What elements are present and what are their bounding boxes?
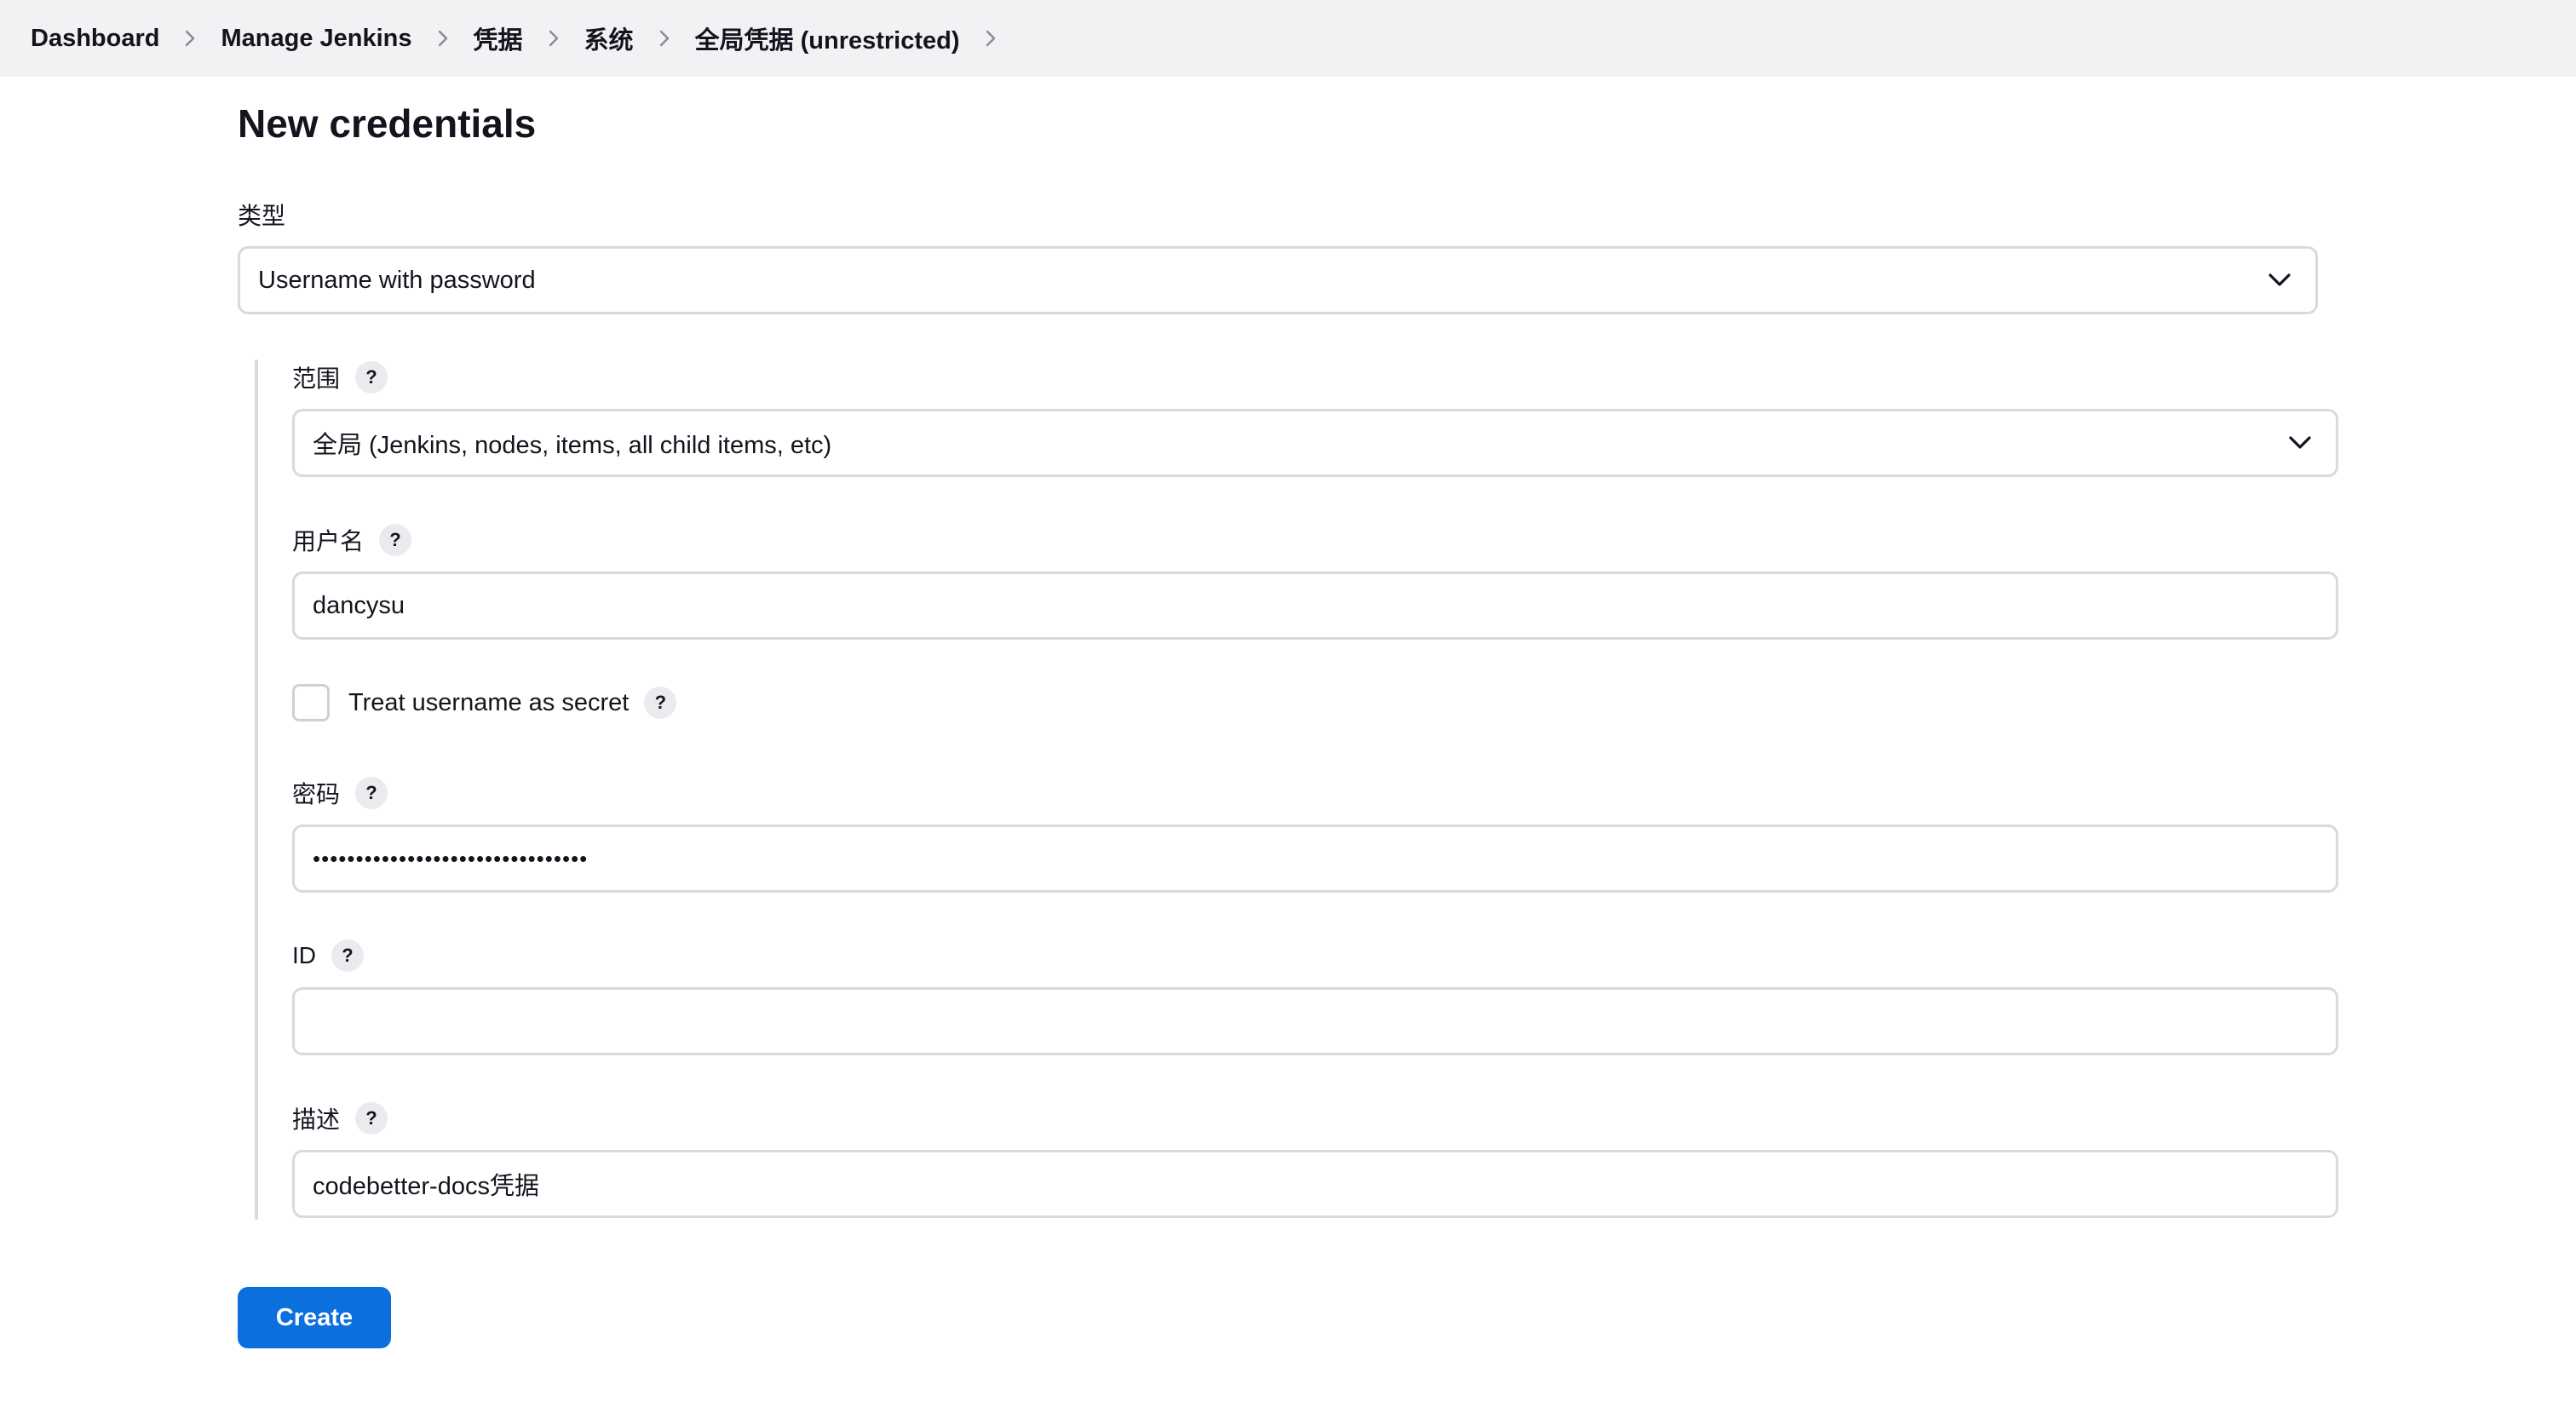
treat-username-secret-row: Treat username as secret ? (292, 684, 677, 721)
scope-label: 范围 ? (292, 360, 388, 394)
breadcrumb-credentials[interactable]: 凭据 (474, 20, 523, 56)
nested-section-bar (255, 359, 258, 1220)
password-label-text: 密码 (292, 781, 341, 807)
chevron-right-icon[interactable] (634, 0, 695, 77)
id-label: ID ? (292, 939, 364, 973)
chevron-down-icon (2289, 436, 2311, 449)
breadcrumb-global-credentials[interactable]: 全局凭据 (unrestricted) (695, 20, 960, 56)
chevron-right-icon[interactable] (960, 0, 1021, 77)
chevron-right-icon[interactable] (412, 0, 474, 77)
description-label: 描述 ? (292, 1101, 388, 1135)
description-help-button[interactable]: ? (355, 1102, 388, 1135)
breadcrumb-system[interactable]: 系统 (584, 20, 634, 56)
page-title: New credentials (238, 101, 537, 146)
description-field[interactable] (292, 1150, 2338, 1218)
username-input[interactable] (313, 574, 2336, 637)
id-help-button[interactable]: ? (331, 939, 364, 972)
breadcrumb-manage-jenkins[interactable]: Manage Jenkins (221, 25, 411, 53)
breadcrumb: Dashboard Manage Jenkins 凭据 系统 全局凭据 (unr… (0, 0, 2576, 77)
chevron-right-icon[interactable] (523, 0, 584, 77)
scope-help-button[interactable]: ? (355, 361, 388, 394)
id-label-text: ID (292, 942, 316, 968)
treat-username-secret-checkbox[interactable] (292, 684, 330, 721)
password-input[interactable] (313, 827, 2336, 890)
scope-select-value: 全局 (Jenkins, nodes, items, all child ite… (313, 432, 832, 459)
password-help-button[interactable]: ? (355, 777, 388, 809)
chevron-down-icon (2268, 273, 2291, 286)
description-input[interactable] (313, 1152, 2336, 1215)
id-field[interactable] (292, 987, 2338, 1055)
treat-username-secret-label: Treat username as secret (348, 688, 630, 716)
kind-select[interactable]: Username with password (238, 246, 2318, 314)
kind-label: 类型 (238, 198, 285, 232)
id-input[interactable] (313, 990, 2336, 1053)
breadcrumb-dashboard[interactable]: Dashboard (31, 25, 159, 53)
username-field[interactable] (292, 572, 2338, 640)
username-help-button[interactable]: ? (379, 524, 412, 556)
password-field[interactable] (292, 825, 2338, 893)
chevron-right-icon[interactable] (159, 0, 221, 77)
treat-username-secret-help-button[interactable]: ? (644, 687, 677, 719)
kind-select-value: Username with password (258, 266, 536, 294)
create-button[interactable]: Create (238, 1287, 391, 1348)
password-label: 密码 ? (292, 776, 388, 810)
description-label-text: 描述 (292, 1106, 341, 1133)
scope-select[interactable]: 全局 (Jenkins, nodes, items, all child ite… (292, 409, 2338, 477)
username-label: 用户名 ? (292, 523, 412, 557)
username-label-text: 用户名 (292, 528, 365, 554)
scope-label-text: 范围 (292, 365, 341, 392)
kind-label-text: 类型 (238, 203, 286, 229)
